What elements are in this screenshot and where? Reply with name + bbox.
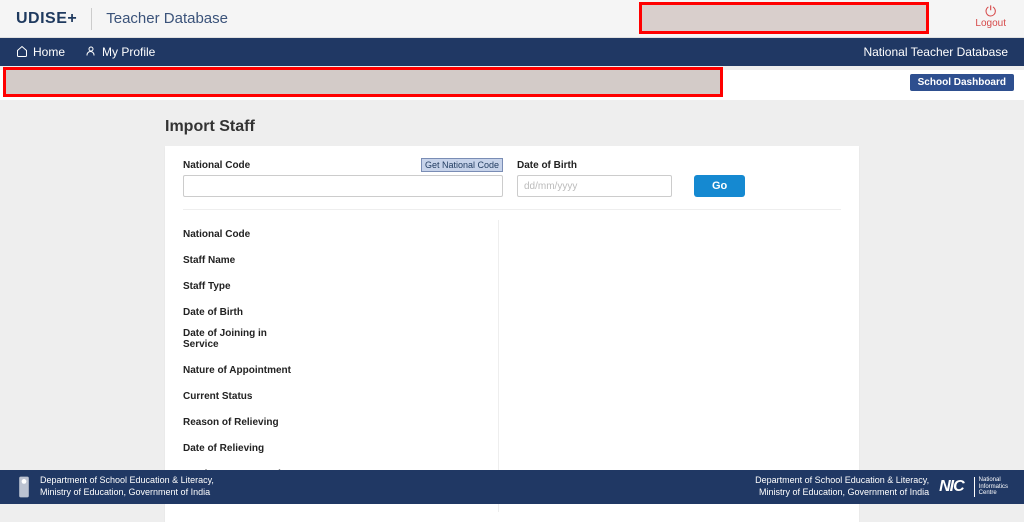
main: Import Staff National Code Get National … [0,100,1024,522]
nav-left: Home My Profile [16,45,155,60]
detail-label: Date of Joining in Service [183,328,303,350]
page-title: Import Staff [165,118,859,136]
power-icon: ⏻ [975,4,1006,18]
nic-sub3: Centre [979,490,1008,497]
dob-group: Date of Birth [517,160,672,197]
detail-section: National Code Staff Name Staff Type Date… [183,209,841,512]
header-top: UDISE+ Teacher Database ⏻ Logout [0,0,1024,38]
nic-sub2: Informatics [979,484,1008,491]
footer-right: Department of School Education & Literac… [755,475,1008,498]
nic-sub: National Informatics Centre [974,477,1008,497]
detail-label: Date of Birth [183,307,243,318]
detail-label: Reason of Relieving [183,417,279,428]
dob-input[interactable] [517,175,672,197]
detail-column-left: National Code Staff Name Staff Type Date… [183,220,499,512]
footer-text-right: Department of School Education & Literac… [755,475,929,498]
footer-dept-line2-r: Ministry of Education, Government of Ind… [755,487,929,499]
subheader: School Dashboard [0,70,1024,100]
divider [91,8,92,30]
detail-label: Nature of Appointment [183,365,291,376]
detail-label: Staff Name [183,255,235,266]
footer-dept-line1-r: Department of School Education & Literac… [755,475,929,487]
footer-dept-line1: Department of School Education & Literac… [40,475,214,487]
detail-row: Staff Name [183,246,498,272]
school-dashboard-button[interactable]: School Dashboard [910,74,1014,91]
emblem-icon [16,475,32,499]
national-code-group: National Code Get National Code [183,160,503,197]
content-wrap: Import Staff National Code Get National … [165,118,859,522]
detail-row: Reason of Relieving [183,408,498,434]
nic-logo: NIC [939,478,964,496]
detail-row: Date of Birth [183,298,498,324]
udise-logo: UDISE+ [16,10,77,28]
nav-home-label: Home [33,45,65,59]
footer-left: Department of School Education & Literac… [16,475,214,499]
nav-right-text: National Teacher Database [863,45,1008,59]
detail-row: Current Status [183,382,498,408]
detail-row: Staff Type [183,272,498,298]
user-icon [85,45,97,60]
app-title: Teacher Database [106,10,228,27]
footer: Department of School Education & Literac… [0,470,1024,504]
footer-dept-line2: Ministry of Education, Government of Ind… [40,487,214,499]
navbar: Home My Profile National Teacher Databas… [0,38,1024,66]
logo-area: UDISE+ Teacher Database [16,8,228,30]
logout-button[interactable]: ⏻ Logout [975,4,1006,29]
go-button[interactable]: Go [694,175,745,197]
national-code-input[interactable] [183,175,503,197]
redacted-header-box [639,2,929,34]
footer-text-left: Department of School Education & Literac… [40,475,214,498]
logout-label: Logout [975,18,1006,29]
detail-row: National Code [183,220,498,246]
dob-label: Date of Birth [517,160,672,171]
import-staff-card: National Code Get National Code Date of … [165,146,859,522]
detail-label: Date of Relieving [183,443,264,454]
detail-label: Current Status [183,391,252,402]
redacted-subheader-box [3,67,723,97]
nic-sub1: National [979,477,1008,484]
home-icon [16,45,28,60]
detail-row: Date of Relieving [183,434,498,460]
detail-row: Nature of Appointment [183,356,498,382]
detail-row: Date of Joining in Service [183,324,498,356]
nav-profile-label: My Profile [102,45,155,59]
get-national-code-button[interactable]: Get National Code [421,158,503,172]
nav-profile[interactable]: My Profile [85,45,155,60]
nav-home[interactable]: Home [16,45,65,60]
detail-label: Staff Type [183,281,231,292]
detail-label: National Code [183,229,250,240]
form-row: National Code Get National Code Date of … [183,160,841,209]
